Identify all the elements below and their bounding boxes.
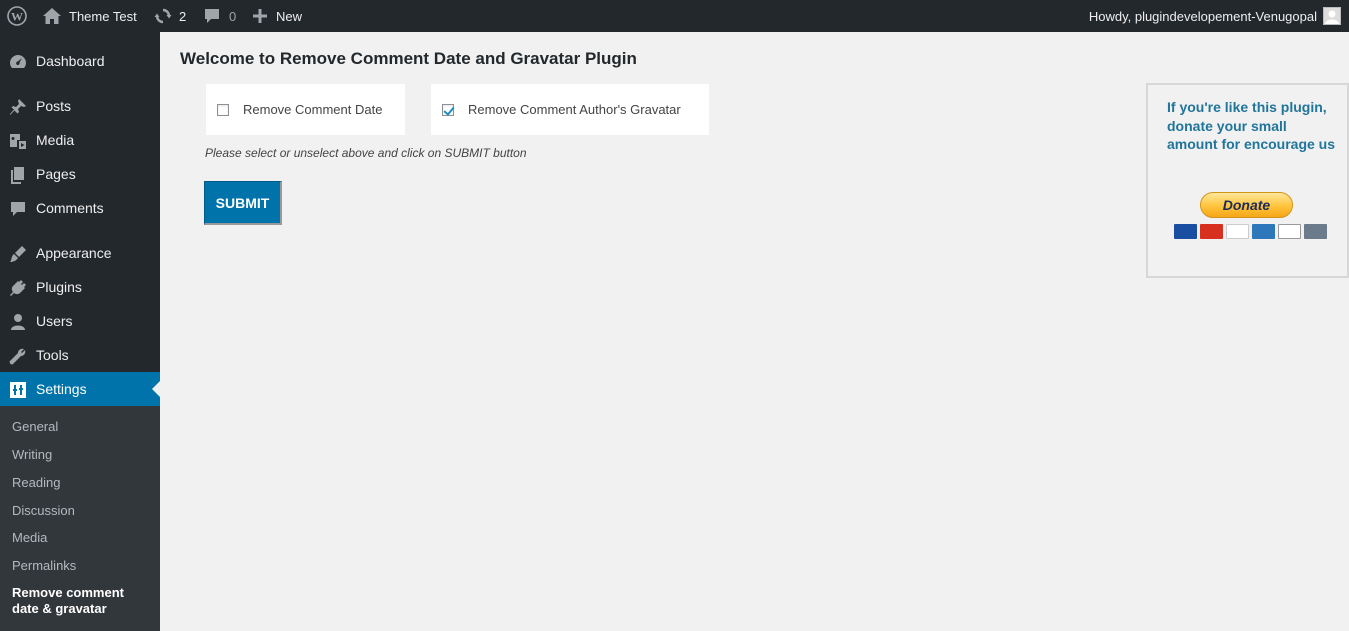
mastercard-icon — [1200, 224, 1223, 239]
menu-users[interactable]: Users — [0, 304, 160, 338]
wordpress-logo-icon[interactable]: W — [7, 0, 27, 32]
menu-label: Dashboard — [36, 53, 105, 69]
discover-card-icon — [1278, 224, 1301, 239]
wrench-icon — [8, 346, 28, 366]
amex-card-icon — [1252, 224, 1275, 239]
dashboard-icon — [8, 52, 28, 72]
menu-posts[interactable]: Posts — [0, 89, 160, 123]
site-name-label: Theme Test — [69, 8, 137, 24]
pin-icon — [8, 97, 28, 117]
bank-icon — [1304, 224, 1327, 239]
comments-count: 0 — [229, 8, 237, 24]
remove-gravatar-checkbox[interactable] — [442, 103, 454, 116]
avatar — [1323, 7, 1341, 25]
user-icon — [8, 312, 28, 332]
updates-link[interactable]: 2 — [154, 0, 186, 32]
updates-count: 2 — [179, 8, 187, 24]
comments-link[interactable]: 0 — [204, 0, 236, 32]
menu-label: Tools — [36, 347, 69, 363]
plus-icon — [253, 9, 267, 23]
menu-tools[interactable]: Tools — [0, 338, 160, 372]
menu-pages[interactable]: Pages — [0, 157, 160, 191]
my-account-link[interactable]: Howdy, plugindevelopement-Venugopal — [1089, 0, 1341, 32]
menu-media[interactable]: Media — [0, 123, 160, 157]
submit-button[interactable]: SUBMIT — [204, 181, 282, 225]
comment-bubble-icon — [204, 8, 220, 24]
help-text: Please select or unselect above and clic… — [205, 146, 527, 160]
maestro-card-icon — [1174, 224, 1197, 239]
menu-label: Users — [36, 313, 73, 329]
option-label: Remove Comment Date — [243, 102, 383, 117]
menu-settings[interactable]: Settings — [0, 372, 160, 406]
comment-icon — [8, 199, 28, 219]
menu-label: Posts — [36, 98, 72, 114]
menu-label: Pages — [36, 166, 76, 182]
menu-label: Appearance — [36, 245, 112, 261]
donate-box: If you're like this plugin, donate your … — [1146, 83, 1349, 278]
submenu-remove-comment-date-gravatar[interactable]: Remove comment date & gravatar — [12, 585, 152, 617]
menu-plugins[interactable]: Plugins — [0, 270, 160, 304]
submenu-reading[interactable]: Reading — [12, 475, 60, 490]
menu-appearance[interactable]: Appearance — [0, 236, 160, 270]
submenu-permalinks[interactable]: Permalinks — [12, 558, 76, 573]
howdy-text: Howdy, plugindevelopement-Venugopal — [1088, 8, 1317, 24]
plug-icon — [8, 278, 28, 298]
svg-text:W: W — [11, 10, 23, 24]
menu-label: Media — [36, 132, 75, 148]
brush-icon — [8, 244, 28, 264]
menu-comments[interactable]: Comments — [0, 191, 160, 225]
submenu-general[interactable]: General — [12, 419, 58, 434]
updates-icon — [154, 8, 172, 24]
settings-submenu: General Writing Reading Discussion Media… — [0, 406, 160, 631]
donate-message: If you're like this plugin, donate your … — [1167, 99, 1336, 152]
option-remove-gravatar[interactable]: Remove Comment Author's Gravatar — [431, 84, 709, 135]
page-title: Welcome to Remove Comment Date and Grava… — [180, 49, 637, 68]
settings-icon — [8, 380, 28, 400]
menu-label: Plugins — [36, 279, 82, 295]
visa-card-icon — [1226, 224, 1249, 239]
pages-icon — [8, 165, 28, 185]
payment-cards — [1174, 224, 1327, 239]
media-icon — [8, 131, 28, 151]
new-label: New — [276, 8, 303, 24]
home-icon — [43, 8, 61, 24]
submenu-discussion[interactable]: Discussion — [12, 503, 75, 518]
menu-label: Settings — [36, 381, 87, 397]
submenu-media[interactable]: Media — [12, 530, 47, 545]
menu-dashboard[interactable]: Dashboard — [0, 44, 160, 78]
menu-label: Comments — [36, 200, 104, 216]
remove-comment-date-checkbox[interactable] — [217, 103, 229, 116]
new-content-link[interactable]: New — [253, 0, 302, 32]
paypal-donate-button[interactable]: Donate — [1200, 192, 1293, 218]
admin-bar: W Theme Test 2 0 New Howdy, plugindevelo… — [0, 0, 1349, 32]
admin-sidebar: Dashboard Posts Media Pages Comments App… — [0, 32, 160, 631]
site-name-link[interactable]: Theme Test — [43, 0, 137, 32]
current-menu-arrow — [152, 381, 160, 397]
submenu-writing[interactable]: Writing — [12, 447, 52, 462]
option-label: Remove Comment Author's Gravatar — [468, 102, 681, 117]
option-remove-comment-date[interactable]: Remove Comment Date — [206, 84, 405, 135]
